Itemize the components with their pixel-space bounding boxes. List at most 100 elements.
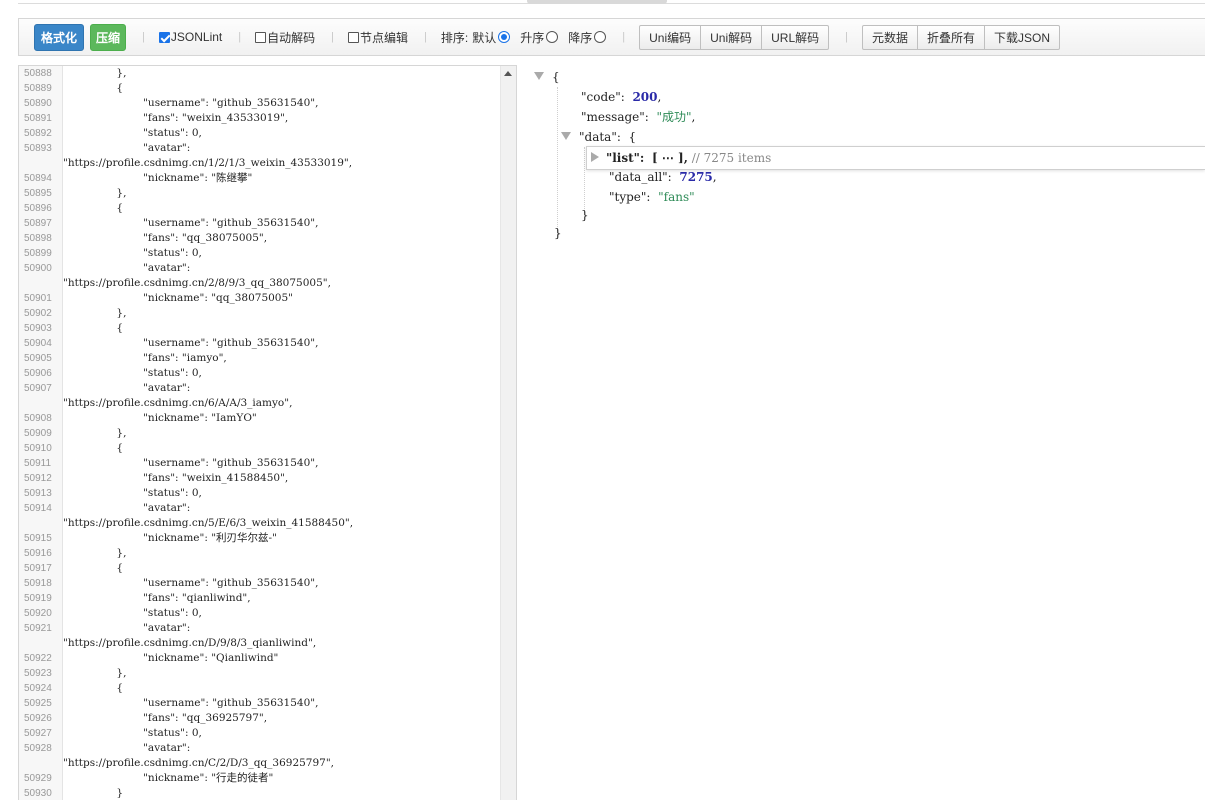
collapse-triangle-icon[interactable] [534, 72, 544, 80]
line-text: { [63, 442, 124, 454]
line-number: 50904 [24, 338, 52, 349]
line-number: 50917 [24, 563, 52, 574]
url-decode-button[interactable]: URL解码 [762, 26, 828, 49]
separator: | [424, 31, 427, 43]
auto-decode-checkbox[interactable]: 自动解码 [255, 29, 315, 46]
line-number: 50892 [24, 128, 52, 139]
line-number: 50926 [24, 713, 52, 724]
separator: | [622, 31, 626, 43]
line-number: 50907 [24, 383, 52, 394]
line-number: 50896 [24, 203, 52, 214]
checkbox-checked-icon[interactable] [158, 31, 170, 43]
code-line: 50901 "nickname": "qq_38075005" [19, 291, 499, 306]
message-key: "message": [581, 110, 649, 124]
checkbox-icon[interactable] [347, 31, 359, 43]
code-line: 50910 { [19, 441, 499, 456]
uni-encode-button[interactable]: Uni编码 [640, 25, 702, 49]
line-number: 50910 [24, 443, 52, 454]
list-key: "list": [606, 151, 645, 165]
code-line: 50908 "nickname": "IamYO" [19, 411, 499, 426]
code-line: 50915 "nickname": "利刃华尔兹-" [19, 531, 499, 546]
code-line: 50906 "status": 0, [19, 366, 499, 381]
fold-all-button[interactable]: 折叠所有 [918, 25, 986, 49]
line-text: "fans": "qq_38075005", [63, 232, 268, 244]
tree-node-list[interactable]: "list": [ ⋯ ], // 7275 items [591, 148, 771, 168]
code-line: 50928 "avatar": [19, 741, 499, 756]
sort-asc-radio[interactable] [546, 31, 559, 43]
code-line: 50916 }, [19, 546, 499, 561]
top-tab-handle[interactable] [527, 0, 667, 4]
code-line: 50898 "fans": "qq_38075005", [19, 231, 499, 246]
jsonlint-checkbox[interactable]: JSONLint [158, 30, 223, 44]
line-text: "username": "github_35631540", [63, 217, 319, 229]
code-value: 200 [632, 90, 658, 104]
compress-button[interactable]: 压缩 [90, 23, 127, 51]
code-line: 50918 "username": "github_35631540", [19, 576, 499, 591]
code-line: 50900 "avatar": [19, 261, 499, 276]
code-line: 50897 "username": "github_35631540", [19, 216, 499, 231]
code-line: 50907 "avatar": [19, 381, 499, 396]
line-text: "avatar": [63, 742, 191, 754]
line-number: 50911 [24, 458, 52, 469]
line-number: 50899 [24, 248, 52, 259]
code-line: 50888 }, [19, 66, 499, 81]
code-line: 50902 }, [19, 306, 499, 321]
separator: | [238, 31, 242, 43]
checkbox-icon[interactable] [255, 31, 267, 43]
line-text: "nickname": "qq_38075005" [63, 292, 293, 304]
line-number: 50914 [24, 503, 52, 514]
code-line: 50903 { [19, 321, 499, 336]
data-close-brace: } [581, 208, 589, 222]
node-edit-checkbox[interactable]: 节点编辑 [347, 29, 408, 46]
code-line: 50909 }, [19, 426, 499, 441]
sort-label: 排序: [440, 30, 469, 45]
line-number: 50919 [24, 593, 52, 604]
format-button[interactable]: 格式化 [34, 23, 85, 51]
line-number [19, 756, 63, 771]
code-line: 50896 { [19, 201, 499, 216]
code-line: "https://profile.csdnimg.cn/6/A/A/3_iamy… [19, 396, 499, 411]
sort-desc-radio[interactable] [594, 31, 607, 43]
code-line: "https://profile.csdnimg.cn/C/2/D/3_qq_3… [19, 756, 499, 771]
jsonlint-label: JSONLint [170, 30, 223, 44]
metadata-button[interactable]: 元数据 [863, 25, 919, 49]
code-line: "https://profile.csdnimg.cn/D/9/8/3_qian… [19, 636, 499, 651]
tree-guide [557, 87, 558, 235]
code-line: 50923 }, [19, 666, 499, 681]
line-number: 50920 [24, 608, 52, 619]
code-line: 50924 { [19, 681, 499, 696]
code-line: 50905 "fans": "iamyo", [19, 351, 499, 366]
line-number: 50901 [24, 293, 52, 304]
line-text: "https://profile.csdnimg.cn/5/E/6/3_weix… [63, 517, 354, 529]
code-line: 50904 "username": "github_35631540", [19, 336, 499, 351]
sort-desc-label: 降序 [568, 30, 593, 45]
json-source-editor[interactable]: 50888 }, 50889 {50890 "username": "github… [18, 65, 517, 800]
sort-default-radio[interactable] [498, 31, 511, 43]
line-number: 50895 [24, 188, 52, 199]
line-text: "username": "github_35631540", [63, 577, 319, 589]
tree-node-code: "code": 200, [581, 87, 661, 107]
list-collapsed-value[interactable]: [ ⋯ ], [652, 151, 688, 165]
code-line: 50925 "username": "github_35631540", [19, 696, 499, 711]
tree-node-type: "type": "fans" [609, 187, 695, 207]
line-text: "avatar": [63, 142, 191, 154]
collapse-triangle-icon[interactable] [561, 132, 571, 140]
code-line: 50891 "fans": "weixin_43533019", [19, 111, 499, 126]
uni-decode-button[interactable]: Uni解码 [701, 25, 763, 49]
line-text: "status": 0, [63, 247, 202, 259]
type-value: "fans" [658, 190, 695, 204]
comma: , [712, 170, 717, 184]
line-text: "username": "github_35631540", [63, 697, 319, 709]
auto-decode-label: 自动解码 [267, 30, 316, 45]
type-key: "type": [609, 190, 651, 204]
line-text: "status": 0, [63, 367, 202, 379]
download-json-button[interactable]: 下载JSON [985, 26, 1059, 49]
line-number: 50903 [24, 323, 52, 334]
line-text: "fans": "weixin_41588450", [63, 472, 289, 484]
expand-triangle-icon[interactable] [591, 152, 599, 162]
editor-scrollbar[interactable] [500, 66, 516, 800]
list-item-count: // 7275 items [691, 151, 772, 165]
line-number: 50906 [24, 368, 52, 379]
scroll-up-arrow-icon[interactable] [504, 71, 512, 76]
action-button-group: 元数据 折叠所有 下载JSON [862, 24, 1061, 50]
